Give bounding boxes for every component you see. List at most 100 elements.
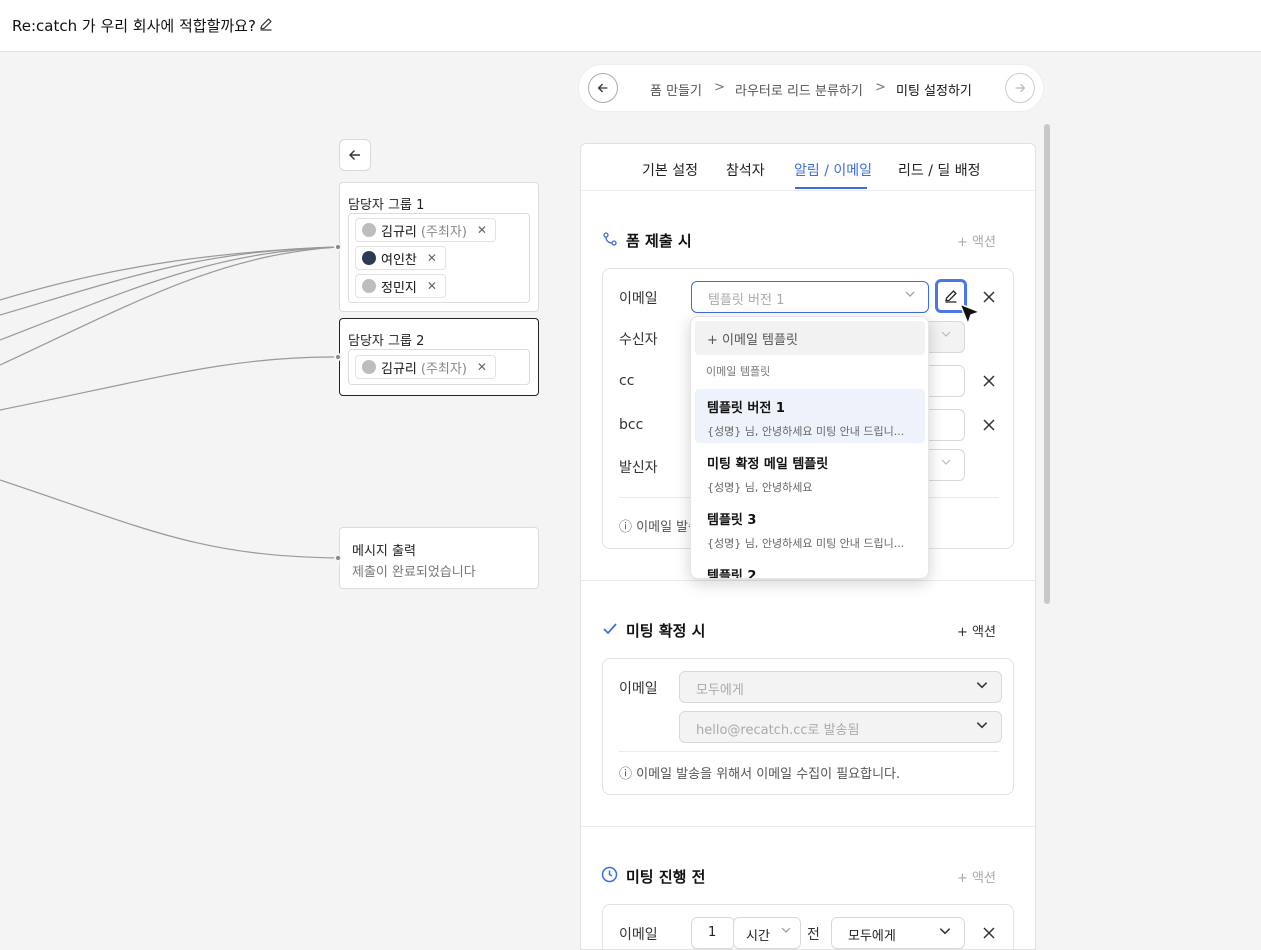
cursor-icon [956, 300, 984, 332]
group-title: 담당자 그룹 2 [348, 334, 425, 349]
user-avatar-icon [362, 279, 376, 293]
close-icon[interactable]: ✕ [427, 251, 437, 265]
member-name: 김규리 [381, 361, 417, 377]
before-meeting-card: 이메일 1 시간 전 모두에게 [602, 904, 1014, 949]
user-avatar-icon [362, 251, 376, 265]
connection-port[interactable] [334, 554, 342, 562]
group-node-1[interactable]: 담당자 그룹 1 김규리 (주최자) ✕ 여인찬 ✕ 정민지 ✕ [339, 182, 539, 312]
message-body: 제출이 완료되었습니다 [352, 565, 476, 580]
check-icon [602, 621, 618, 641]
close-icon[interactable] [981, 925, 997, 941]
chevron-down-icon [780, 924, 792, 940]
info-message: ⓘ 이메일 발송을 위해서 이메일 수집이 필요합니다. [619, 763, 900, 782]
tab-divider [581, 190, 1035, 191]
info-message: ⓘ 이메일 발송 [619, 516, 700, 535]
breadcrumb-separator: > [875, 80, 886, 95]
member-chip: 여인찬 ✕ [355, 246, 446, 270]
message-title: 메시지 출력 [352, 544, 416, 559]
group-title: 담당자 그룹 1 [348, 198, 425, 213]
template-preview: {성명} 님, 안녕하세요 미팅 안내 드립니... [707, 425, 905, 438]
back-button[interactable] [339, 139, 371, 171]
user-avatar-icon [362, 360, 376, 374]
member-role: (주최자) [420, 361, 467, 377]
chevron-down-icon [904, 288, 916, 304]
group-node-2[interactable]: 담당자 그룹 2 김규리 (주최자) ✕ [339, 318, 539, 396]
tab-basic[interactable]: 기본 설정 [642, 160, 698, 180]
template-preview: {성명} 님, 안녕하세요 [707, 481, 813, 494]
flow-icon [603, 231, 617, 250]
email-template-value: 템플릿 버전 1 [708, 293, 785, 308]
add-action-button[interactable]: + 액션 [957, 867, 996, 886]
recipient-select[interactable]: 모두에게 [679, 671, 1002, 703]
close-icon[interactable]: ✕ [477, 360, 487, 374]
template-option[interactable]: 템플릿 2 [695, 557, 925, 579]
amount-value: 1 [708, 925, 717, 940]
divider [619, 751, 999, 752]
cc-label: cc [619, 373, 635, 389]
connection-port[interactable] [334, 353, 342, 361]
section-divider [581, 580, 1035, 581]
tab-lead-deal[interactable]: 리드 / 딜 배정 [898, 160, 980, 180]
before-label: 전 [807, 927, 820, 943]
member-name: 김규리 [381, 224, 417, 240]
chevron-down-icon [940, 456, 952, 472]
arrow-left-icon [597, 83, 608, 93]
amount-input[interactable]: 1 [691, 917, 735, 949]
recipient-select[interactable]: 모두에게 [831, 917, 965, 949]
bcc-label: bcc [619, 417, 644, 433]
chevron-down-icon [975, 678, 989, 696]
recipient-value: 모두에게 [696, 683, 744, 698]
add-template-button[interactable]: + 이메일 템플릿 [695, 321, 925, 355]
flow-connections [0, 246, 339, 559]
breadcrumb-separator: > [714, 80, 725, 95]
breadcrumb-step-current[interactable]: 미팅 설정하기 [896, 80, 972, 99]
section-divider [581, 826, 1035, 827]
template-preview: {성명} 님, 안녕하세요 미팅 안내 드립니... [707, 537, 905, 550]
arrow-right-icon [1015, 83, 1026, 93]
chevron-down-icon [940, 328, 952, 344]
email-label: 이메일 [619, 291, 658, 307]
message-node[interactable]: 메시지 출력 제출이 완료되었습니다 [339, 527, 539, 589]
tab-attendees[interactable]: 참석자 [726, 160, 765, 180]
close-icon[interactable] [981, 373, 997, 389]
unit-select[interactable]: 시간 [733, 917, 801, 949]
unit-value: 시간 [746, 929, 770, 944]
breadcrumb-step[interactable]: 폼 만들기 [650, 80, 702, 99]
template-title: 미팅 확정 메일 템플릿 [707, 457, 829, 472]
template-option[interactable]: 템플릿 3 {성명} 님, 안녕하세요 미팅 안내 드립니... [695, 501, 925, 555]
template-option[interactable]: 미팅 확정 메일 템플릿 {성명} 님, 안녕하세요 [695, 445, 925, 499]
sender-select[interactable]: hello@recatch.cc로 발송됨 [679, 711, 1002, 743]
scrollbar[interactable] [1044, 124, 1050, 604]
template-option[interactable]: 템플릿 버전 1 {성명} 님, 안녕하세요 미팅 안내 드립니... [695, 389, 925, 443]
breadcrumb-step[interactable]: 라우터로 리드 분류하기 [735, 80, 863, 99]
section-title-meeting-confirmed: 미팅 확정 시 [626, 622, 706, 640]
add-action-button[interactable]: + 액션 [957, 621, 996, 640]
arrow-left-icon [349, 150, 360, 160]
section-title-before-meeting: 미팅 진행 전 [626, 868, 706, 886]
add-action-button[interactable]: + 액션 [957, 231, 996, 250]
chevron-down-icon [938, 924, 952, 942]
info-text: 이메일 발송을 위해서 이메일 수집이 필요합니다. [636, 767, 901, 782]
info-icon: ⓘ [619, 767, 633, 782]
member-chip: 정민지 ✕ [355, 274, 446, 298]
template-title: 템플릿 2 [707, 569, 757, 579]
close-icon[interactable]: ✕ [477, 223, 487, 237]
email-template-select[interactable]: 템플릿 버전 1 [691, 281, 929, 313]
next-step-button[interactable] [1005, 73, 1035, 103]
close-icon[interactable]: ✕ [427, 279, 437, 293]
close-icon[interactable] [981, 417, 997, 433]
tab-indicator [795, 187, 867, 189]
email-label: 이메일 [619, 681, 658, 697]
member-name: 정민지 [381, 280, 417, 296]
member-name: 여인찬 [381, 252, 417, 268]
tab-notifications[interactable]: 알림 / 이메일 [794, 160, 872, 180]
sender-label: 발신자 [619, 460, 658, 476]
member-chip: 김규리 (주최자) ✕ [355, 355, 496, 379]
dropdown-caption: 이메일 템플릿 [706, 365, 771, 378]
sender-value: hello@recatch.cc로 발송됨 [696, 723, 860, 738]
prev-step-button[interactable] [588, 73, 618, 103]
member-list[interactable]: 김규리 (주최자) ✕ [348, 349, 530, 385]
breadcrumb: 폼 만들기 > 라우터로 리드 분류하기 > 미팅 설정하기 [578, 64, 1044, 112]
member-list[interactable]: 김규리 (주최자) ✕ 여인찬 ✕ 정민지 ✕ [348, 213, 530, 303]
connection-port[interactable] [334, 243, 342, 251]
